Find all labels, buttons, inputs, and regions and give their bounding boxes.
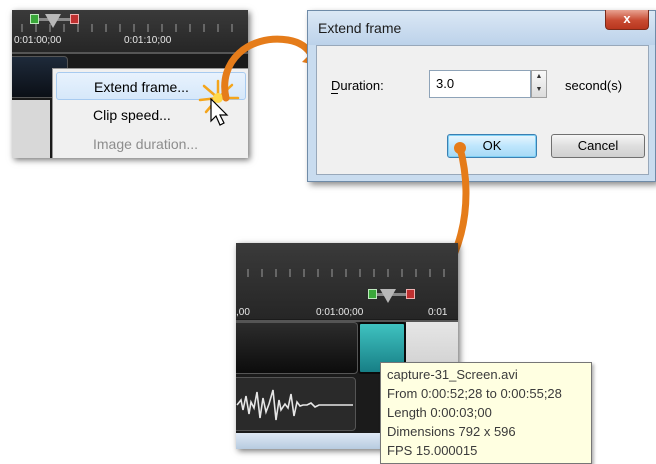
tooltip-range: From 0:00:52;28 to 0:00:55;28	[387, 386, 562, 401]
timeline-context-panel: 0:01:00;00 0:01:10;00 Extend frame... Cl…	[12, 10, 248, 158]
tooltip-filename: capture-31_Screen.avi	[387, 367, 518, 382]
tooltip-length: Length 0:00:03;00	[387, 405, 492, 420]
out-point-marker-2[interactable]	[406, 289, 415, 299]
divider	[12, 52, 248, 54]
spin-up-icon[interactable]: ▲	[532, 71, 546, 84]
timecode-1: 0:01:00;00	[14, 35, 62, 46]
dialog-title: Extend frame	[318, 20, 402, 36]
duration-label: Duration:	[331, 78, 384, 93]
duration-input[interactable]: 3.0	[429, 70, 531, 98]
spin-down-icon[interactable]: ▼	[532, 84, 546, 97]
audio-waveform-icon	[236, 389, 353, 421]
timecode-2: 0:01:10;00	[124, 35, 172, 46]
in-point-marker[interactable]	[30, 14, 39, 24]
close-button[interactable]: x	[605, 10, 649, 30]
timecode-3: ,00	[236, 307, 250, 318]
access-key-underline	[331, 93, 338, 94]
cancel-button[interactable]: Cancel	[551, 134, 645, 158]
timecode-4: 0:01:00;00	[316, 307, 364, 318]
video-clip-2[interactable]	[236, 322, 358, 374]
tooltip-fps: FPS 15.000015	[387, 443, 478, 458]
track-area	[12, 100, 50, 158]
tooltip-dimensions: Dimensions 792 x 596	[387, 424, 516, 439]
playhead-icon-2[interactable]	[380, 289, 396, 303]
out-point-marker[interactable]	[70, 14, 79, 24]
audio-clip[interactable]	[236, 377, 356, 431]
menu-item-image-duration[interactable]: Image duration...	[53, 130, 248, 158]
timecode-5: 0:01	[428, 307, 448, 318]
duration-spinner[interactable]: ▲ ▼	[531, 70, 547, 98]
playhead-icon[interactable]	[45, 14, 61, 28]
unit-label: second(s)	[565, 78, 623, 93]
in-point-marker-2[interactable]	[368, 289, 377, 299]
clip-info-tooltip: capture-31_Screen.avi From 0:00:52;28 to…	[380, 362, 592, 464]
